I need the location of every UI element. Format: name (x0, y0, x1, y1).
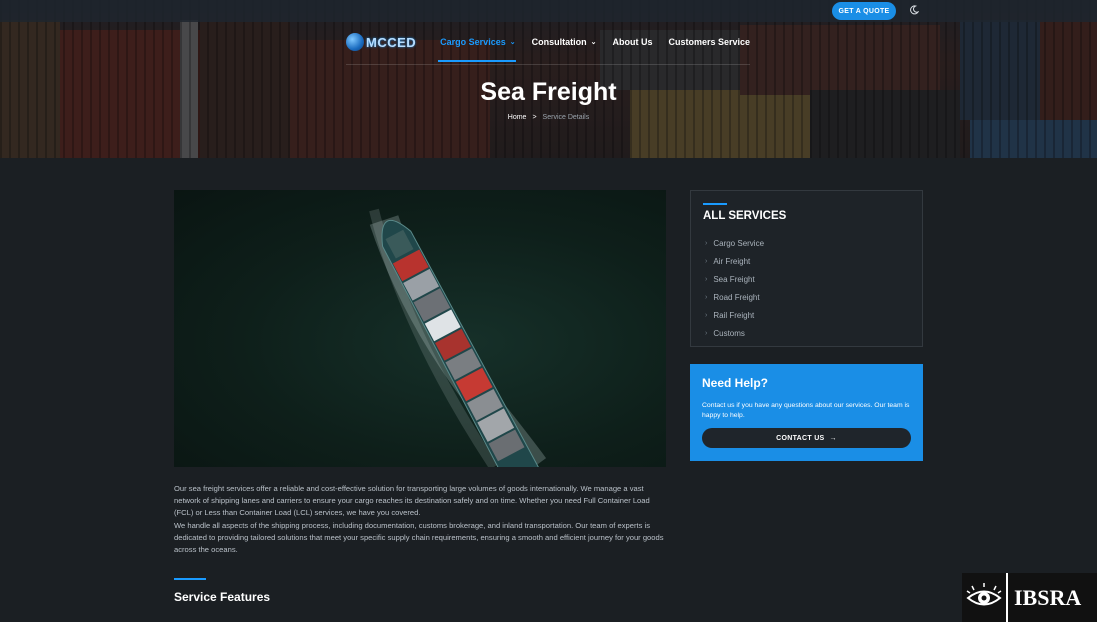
globe-icon (346, 33, 364, 51)
service-label: Cargo Service (713, 238, 765, 248)
chevron-right-icon: › (705, 275, 708, 283)
container-ship-image (174, 190, 666, 467)
need-help-text: Contact us if you have any questions abo… (702, 402, 910, 419)
nav-label: Cargo Services (440, 37, 506, 47)
chevron-right-icon: › (705, 239, 708, 247)
section-accent-bar (174, 578, 206, 580)
service-link-air-freight[interactable]: › Air Freight (705, 252, 764, 270)
services-list: › Cargo Service › Air Freight › Sea Freight… (705, 234, 764, 342)
breadcrumb-home[interactable]: Home (508, 114, 527, 121)
service-link-sea-freight[interactable]: › Sea Freight (705, 270, 764, 288)
need-help-title: Need Help? (702, 376, 769, 390)
get-a-quote-button[interactable]: GET A QUOTE (832, 2, 896, 20)
logo-text: MCCED (366, 34, 417, 50)
chevron-right-icon: › (705, 311, 708, 319)
service-label: Customs (713, 328, 745, 338)
service-label: Air Freight (713, 256, 751, 266)
nav-label: Customers Service (668, 37, 751, 47)
all-services-panel: ALL SERVICES › Cargo Service › Air Freight… (690, 190, 923, 347)
service-link-cargo-service[interactable]: › Cargo Service (705, 234, 764, 252)
nav-cargo-services[interactable]: Cargo Services ⌄ (440, 37, 515, 47)
page-title: Sea Freight (480, 78, 617, 106)
chevron-right-icon: › (705, 257, 708, 265)
service-description: Our sea freight services offer a reliabl… (174, 483, 666, 556)
chevron-right-icon: › (705, 293, 708, 301)
eye-icon (962, 573, 1006, 622)
all-services-title: ALL SERVICES (703, 210, 787, 222)
service-features-heading: Service Features (174, 590, 271, 604)
paragraph-2: We handle all aspects of the shipping pr… (174, 520, 664, 555)
paragraph-1: Our sea freight services offer a reliabl… (174, 484, 650, 518)
service-link-rail-freight[interactable]: › Rail Freight (705, 306, 764, 324)
nav-customers-service[interactable]: Customers Service (668, 37, 750, 47)
nav-label: About Us (612, 37, 653, 47)
nav-about-us[interactable]: About Us (612, 37, 652, 47)
service-label: Road Freight (713, 292, 760, 302)
service-label: Rail Freight (713, 310, 755, 320)
service-label: Sea Freight (713, 274, 755, 284)
breadcrumb-separator: > (532, 114, 537, 121)
panel-accent-bar (703, 203, 727, 205)
need-help-panel: Need Help? Contact us if you have any qu… (690, 364, 923, 461)
chevron-right-icon: › (705, 329, 708, 337)
nav-label: Consultation (531, 37, 587, 47)
moon-icon[interactable] (908, 4, 920, 16)
service-link-road-freight[interactable]: › Road Freight (705, 288, 764, 306)
nav-consultation[interactable]: Consultation ⌄ (532, 37, 597, 47)
watermark-text: IBSRA (1006, 573, 1097, 622)
breadcrumb: Home > Service Details (0, 114, 1097, 121)
contact-us-button[interactable]: CONTACT US → (702, 428, 911, 448)
watermark-logo: IBSRA (962, 573, 1097, 622)
breadcrumb-current: Service Details (542, 114, 590, 121)
active-nav-indicator (438, 60, 516, 62)
top-bar (0, 0, 1097, 22)
ship-icon (369, 208, 547, 467)
nav-divider (346, 64, 750, 65)
logo[interactable]: MCCED (346, 33, 416, 51)
service-link-customs[interactable]: › Customs (705, 324, 764, 342)
chevron-down-icon: ⌄ (590, 39, 597, 46)
arrow-right-icon: → (829, 434, 837, 442)
main-nav: MCCED Cargo Services ⌄ Consultation ⌄ Ab… (346, 30, 766, 54)
contact-us-label: CONTACT US (776, 434, 825, 442)
chevron-down-icon: ⌄ (509, 39, 516, 46)
